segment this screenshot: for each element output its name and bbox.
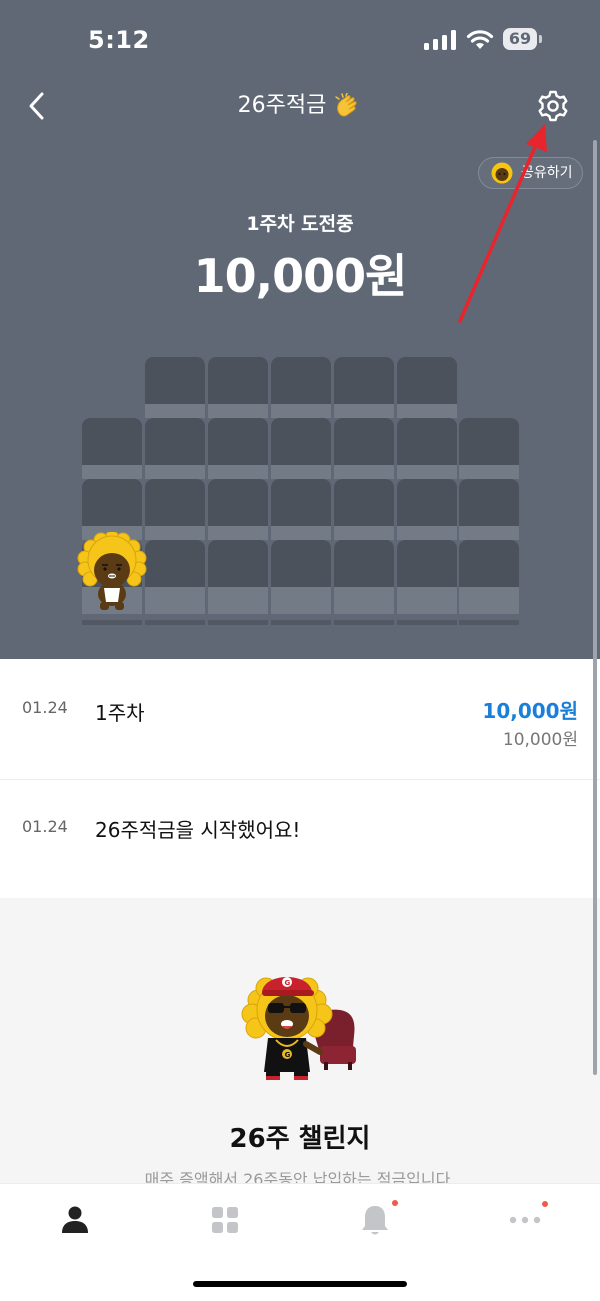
tab-grid-icon[interactable]: [205, 1200, 245, 1240]
history-date: 01.24: [22, 698, 68, 717]
seat: [397, 357, 457, 418]
tab-more[interactable]: [505, 1200, 548, 1240]
seat: [82, 418, 142, 479]
savings-header: 5:12 69 26주적금 공유하기 1주차 도전중 10,000원: [0, 0, 600, 659]
seat-progress-grid: [0, 0, 600, 659]
seat: [271, 540, 331, 625]
seat: [271, 479, 331, 540]
history-title: 26주적금을 시작했어요!: [95, 818, 301, 842]
seat: [459, 540, 519, 625]
more-dots-icon: [509, 1216, 541, 1224]
seat: [334, 418, 394, 479]
seat: [145, 540, 205, 625]
challenge-title: 26주 챌린지: [229, 1124, 371, 1154]
tab-person-icon[interactable]: [55, 1200, 95, 1240]
seat: [208, 418, 268, 479]
ryan-character-icon: [77, 532, 147, 610]
bell-badge-dot: [392, 1200, 398, 1206]
ryan-hiphop-illustration-icon: G G: [241, 977, 356, 1080]
seat: [208, 357, 268, 418]
seat: [459, 479, 519, 540]
seat: [145, 418, 205, 479]
seat: [459, 418, 519, 479]
history-title: 1주차: [95, 701, 145, 725]
svg-text:G: G: [285, 1051, 291, 1059]
seat: [271, 418, 331, 479]
history-amount: 10,000원: [482, 699, 578, 723]
history-balance: 10,000원: [502, 730, 578, 750]
history-date: 01.24: [22, 817, 68, 836]
seat: [208, 479, 268, 540]
seat: [397, 479, 457, 540]
seat: [334, 479, 394, 540]
bell-icon: [362, 1206, 388, 1235]
history-row[interactable]: 01.24 26주적금을 시작했어요!: [0, 780, 600, 898]
tab-bell[interactable]: [355, 1200, 398, 1240]
seat: [271, 357, 331, 418]
seat: [334, 540, 394, 625]
seat: [82, 479, 142, 540]
seat: [145, 357, 205, 418]
seat: [334, 357, 394, 418]
challenge-section: G G 26주 챌린지 매주 증액해서 26주동안 납입하는 적금입니다.: [0, 898, 600, 1189]
seat: [208, 540, 268, 625]
home-indicator: [193, 1281, 407, 1287]
seat: [397, 418, 457, 479]
history-row[interactable]: 01.24 1주차 10,000원 10,000원: [0, 659, 600, 780]
seat: [397, 540, 457, 625]
seat: [145, 479, 205, 540]
more-badge-dot: [542, 1201, 548, 1207]
scrollbar[interactable]: [593, 140, 597, 1075]
svg-text:G: G: [285, 979, 291, 987]
